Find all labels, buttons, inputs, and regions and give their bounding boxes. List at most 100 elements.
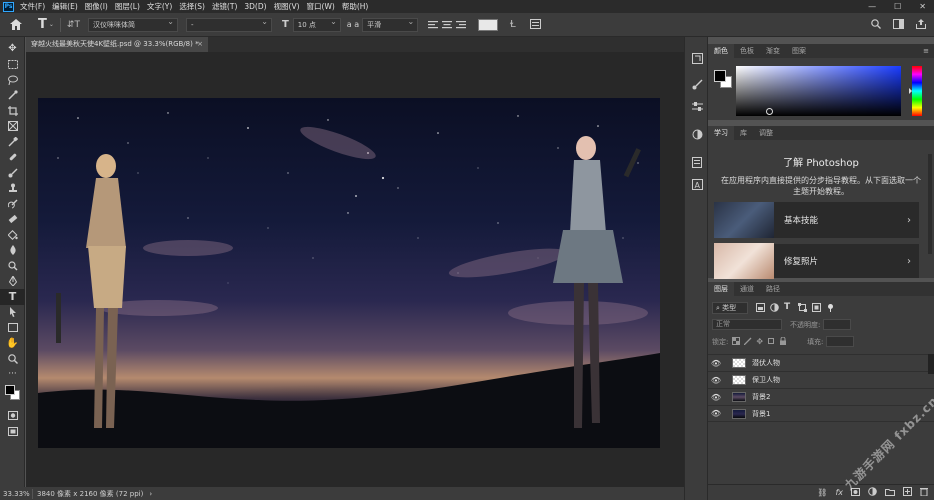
opacity-input[interactable] bbox=[823, 319, 852, 330]
menu-edit[interactable]: 编辑(E) bbox=[52, 1, 78, 12]
menu-filter[interactable]: 滤镜(T) bbox=[212, 1, 237, 12]
tab-libraries[interactable]: 库 bbox=[734, 126, 753, 140]
close-button[interactable]: ✕ bbox=[919, 2, 926, 11]
layer-row[interactable]: 👁 背景1 bbox=[708, 405, 934, 422]
more-tools-icon[interactable]: ··· bbox=[0, 367, 25, 383]
align-left-icon[interactable] bbox=[428, 20, 439, 30]
paint-bucket-tool-icon[interactable] bbox=[0, 227, 25, 243]
toggle-orientation-icon[interactable]: ⇵T bbox=[67, 20, 80, 30]
crop-tool-icon[interactable] bbox=[0, 103, 25, 119]
frame-tool-icon[interactable] bbox=[0, 119, 25, 135]
filter-shape-icon[interactable] bbox=[798, 303, 807, 312]
eye-icon[interactable]: 👁 bbox=[708, 393, 724, 402]
font-size-select[interactable]: 10 点 bbox=[292, 16, 341, 32]
rectangle-tool-icon[interactable] bbox=[0, 320, 25, 336]
hue-slider[interactable] bbox=[909, 66, 922, 116]
menu-image[interactable]: 图像(I) bbox=[85, 1, 108, 12]
tab-color[interactable]: 颜色 bbox=[708, 44, 734, 58]
tab-swatches[interactable]: 色板 bbox=[734, 44, 760, 58]
history-panel-icon[interactable] bbox=[685, 47, 709, 69]
screen-mode-icon[interactable] bbox=[0, 424, 25, 440]
history-brush-tool-icon[interactable] bbox=[0, 196, 25, 212]
character-panel-icon[interactable] bbox=[529, 18, 541, 31]
pen-tool-icon[interactable] bbox=[0, 274, 25, 290]
properties-panel-icon[interactable] bbox=[685, 151, 709, 173]
lock-all-icon[interactable] bbox=[779, 336, 787, 347]
layer-row[interactable]: 👁 背景2 bbox=[708, 388, 934, 405]
close-tab-icon[interactable]: × bbox=[197, 37, 203, 52]
tab-patterns[interactable]: 图案 bbox=[786, 44, 812, 58]
antialias-select[interactable]: 平滑 bbox=[362, 16, 419, 32]
tab-gradients[interactable]: 渐变 bbox=[760, 44, 786, 58]
lock-position-icon[interactable]: ✥ bbox=[756, 337, 763, 346]
layer-row[interactable]: 👁 潜伏人物 bbox=[708, 354, 934, 371]
menu-help[interactable]: 帮助(H) bbox=[342, 1, 369, 12]
document-tab[interactable]: 穿越火线最美秋天使4K壁纸.psd @ 33.3%(RGB/8) * × bbox=[26, 37, 208, 52]
zoom-level[interactable]: 33.33% bbox=[0, 490, 30, 498]
type-tool-icon[interactable]: T bbox=[0, 289, 25, 305]
filter-smart-object-icon[interactable] bbox=[812, 303, 821, 312]
document-canvas[interactable] bbox=[38, 98, 660, 448]
link-icon[interactable]: ⛓ bbox=[817, 488, 827, 497]
status-arrow-icon[interactable]: › bbox=[149, 490, 152, 498]
minimize-button[interactable]: — bbox=[868, 2, 876, 11]
workspace-icon[interactable] bbox=[893, 18, 904, 31]
menu-layer[interactable]: 图层(L) bbox=[115, 1, 140, 12]
mask-icon[interactable] bbox=[851, 487, 860, 498]
menu-3d[interactable]: 3D(D) bbox=[244, 2, 266, 11]
font-family-select[interactable]: 汉仪咪咪体简 bbox=[87, 16, 178, 32]
brush-tool-icon[interactable] bbox=[0, 165, 25, 181]
tab-paths[interactable]: 路径 bbox=[760, 282, 786, 296]
color-picker-ring[interactable] bbox=[766, 108, 773, 115]
adjustments-panel-icon[interactable] bbox=[685, 95, 709, 117]
tab-layers[interactable]: 图层 bbox=[708, 282, 734, 296]
clone-stamp-tool-icon[interactable] bbox=[0, 181, 25, 197]
layer-row[interactable]: 👁 保卫人物 bbox=[708, 371, 934, 388]
eye-icon[interactable]: 👁 bbox=[708, 376, 724, 385]
text-color-swatch[interactable] bbox=[478, 18, 499, 31]
layers-scrollbar[interactable] bbox=[928, 354, 934, 374]
blend-mode-select[interactable]: 正常 bbox=[712, 319, 782, 330]
layer-kind-filter[interactable]: ⌕ 类型 bbox=[712, 301, 748, 314]
dodge-tool-icon[interactable] bbox=[0, 258, 25, 274]
hand-tool-icon[interactable]: ✋ bbox=[0, 336, 25, 352]
group-icon[interactable] bbox=[885, 488, 895, 498]
new-layer-icon[interactable] bbox=[903, 487, 912, 498]
lasso-tool-icon[interactable] bbox=[0, 72, 25, 88]
character-panel-strip-icon[interactable]: A bbox=[685, 173, 709, 195]
adjustment-icon[interactable] bbox=[868, 487, 877, 498]
font-style-select[interactable]: - bbox=[185, 16, 272, 32]
fill-input[interactable] bbox=[826, 336, 855, 347]
learn-card-basic-skills[interactable]: 基本技能 › bbox=[714, 202, 919, 238]
align-center-icon[interactable] bbox=[442, 20, 453, 30]
warp-text-icon[interactable]: Ɫ bbox=[510, 19, 516, 30]
quick-mask-icon[interactable] bbox=[0, 408, 25, 424]
color-picker-field[interactable] bbox=[736, 66, 901, 116]
filter-adjustment-icon[interactable] bbox=[770, 303, 779, 312]
lock-image-icon[interactable] bbox=[743, 337, 752, 347]
filter-pixel-icon[interactable] bbox=[756, 303, 765, 312]
marquee-tool-icon[interactable] bbox=[0, 57, 25, 73]
eyedropper-tool-icon[interactable] bbox=[0, 134, 25, 150]
panel-menu-icon[interactable]: ≡ bbox=[923, 44, 934, 58]
foreground-color[interactable] bbox=[714, 70, 726, 82]
menu-type[interactable]: 文字(Y) bbox=[147, 1, 172, 12]
tab-adjustments[interactable]: 调整 bbox=[753, 126, 779, 140]
glyphs-panel-icon[interactable] bbox=[685, 123, 709, 145]
restore-button[interactable]: ☐ bbox=[894, 2, 901, 11]
zoom-tool-icon[interactable] bbox=[0, 351, 25, 367]
eye-icon[interactable]: 👁 bbox=[708, 409, 724, 418]
blur-tool-icon[interactable] bbox=[0, 243, 25, 259]
hue-slider-handle[interactable] bbox=[909, 88, 912, 94]
search-icon[interactable] bbox=[871, 18, 881, 31]
learn-scrollbar[interactable] bbox=[928, 154, 932, 254]
menu-select[interactable]: 选择(S) bbox=[179, 1, 205, 12]
eraser-tool-icon[interactable] bbox=[0, 212, 25, 228]
lock-artboard-icon[interactable] bbox=[767, 337, 775, 347]
path-selection-tool-icon[interactable] bbox=[0, 305, 25, 321]
delete-icon[interactable] bbox=[920, 487, 928, 498]
color-swatches[interactable] bbox=[0, 382, 25, 408]
eye-icon[interactable]: 👁 bbox=[708, 359, 724, 368]
tool-preset-caret-icon[interactable]: ⌄ bbox=[49, 21, 54, 28]
menu-file[interactable]: 文件(F) bbox=[20, 1, 45, 12]
